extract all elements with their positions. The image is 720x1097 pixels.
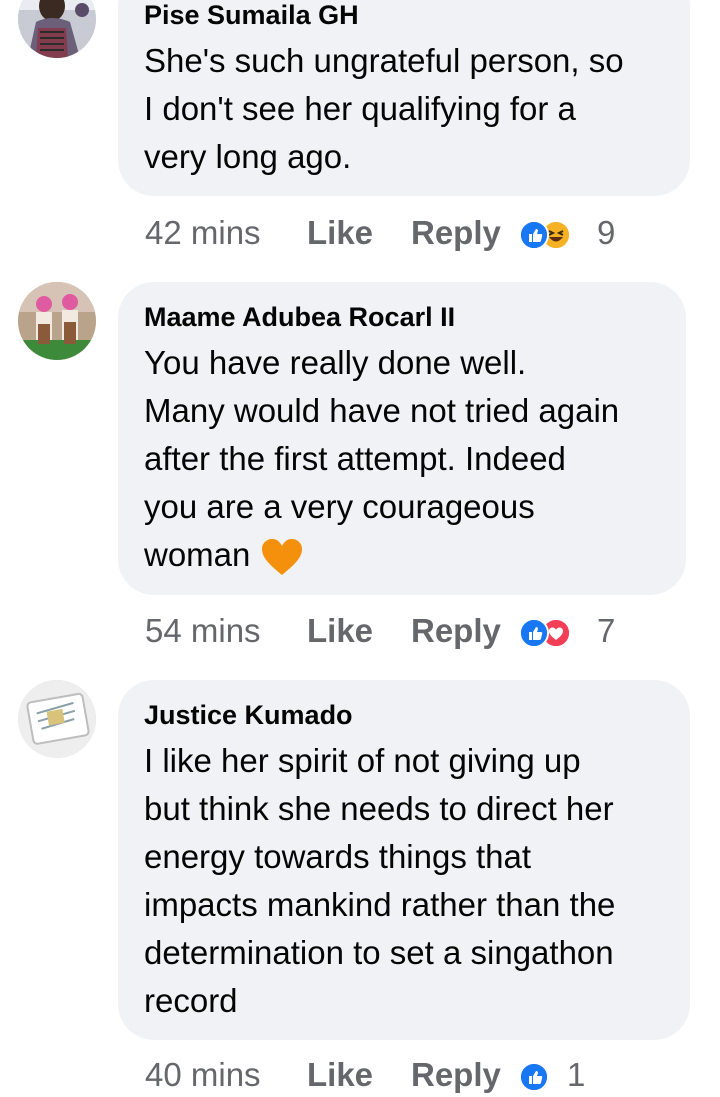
text-line: very long ago. xyxy=(144,138,352,175)
text-line: but think she needs to direct her xyxy=(144,790,614,827)
text-line: I like her spirit of not giving up xyxy=(144,742,581,779)
text-line: She's such ungrateful person, so xyxy=(144,42,624,79)
comment-bubble[interactable]: Maame Adubea Rocarl II You have really d… xyxy=(118,282,686,595)
reply-button[interactable]: Reply xyxy=(411,1056,501,1094)
avatar[interactable] xyxy=(18,680,96,758)
text-line: after the first attempt. Indeed xyxy=(144,440,566,477)
like-icon xyxy=(519,1062,549,1092)
reactions-summary[interactable]: 9 xyxy=(519,214,615,252)
avatar-photo xyxy=(18,282,96,360)
comment-text: She's such ungrateful person, so I don't… xyxy=(144,37,704,181)
comment-time[interactable]: 42 mins xyxy=(145,214,261,252)
reactions-summary[interactable]: 7 xyxy=(519,612,615,650)
avatar-photo xyxy=(18,680,96,758)
comment-author[interactable]: Justice Kumado xyxy=(144,700,353,731)
text-line: impacts mankind rather than the xyxy=(144,886,616,923)
reaction-count: 1 xyxy=(567,1056,586,1093)
text-line: You have really done well. xyxy=(144,344,527,381)
comment-text: I like her spirit of not giving up but t… xyxy=(144,737,704,1025)
like-button[interactable]: Like xyxy=(307,214,373,252)
text-line: you are a very courageous xyxy=(144,488,535,525)
comment-text: You have really done well. Many would ha… xyxy=(144,339,704,579)
reactions-summary[interactable]: 1 xyxy=(519,1056,589,1094)
avatar[interactable] xyxy=(18,0,96,58)
reaction-count: 9 xyxy=(597,214,616,251)
comment-time[interactable]: 40 mins xyxy=(145,1056,261,1094)
reaction-count: 7 xyxy=(597,612,616,649)
like-icon xyxy=(519,220,549,250)
comment-author[interactable]: Maame Adubea Rocarl II xyxy=(144,302,455,333)
orange-heart-icon xyxy=(260,537,304,577)
like-icon xyxy=(519,618,549,648)
text-line: determination to set a singathon xyxy=(144,934,614,971)
reply-button[interactable]: Reply xyxy=(411,214,501,252)
text-line-content: woman xyxy=(144,536,251,573)
avatar-photo xyxy=(18,0,96,58)
comment: Maame Adubea Rocarl II You have really d… xyxy=(0,282,720,662)
text-line: I don't see her qualifying for a xyxy=(144,90,576,127)
reply-button[interactable]: Reply xyxy=(411,612,501,650)
like-button[interactable]: Like xyxy=(307,1056,373,1094)
text-line: energy towards things that xyxy=(144,838,532,875)
text-line: woman xyxy=(144,531,704,579)
text-line: Many would have not tried again xyxy=(144,392,620,429)
comment-bubble[interactable]: Justice Kumado I like her spirit of not … xyxy=(118,680,690,1040)
like-button[interactable]: Like xyxy=(307,612,373,650)
text-line: record xyxy=(144,982,238,1019)
avatar[interactable] xyxy=(18,282,96,360)
comment: Pise Sumaila GH She's such ungrateful pe… xyxy=(0,0,720,260)
comment: Justice Kumado I like her spirit of not … xyxy=(0,680,720,1097)
comment-bubble[interactable]: Pise Sumaila GH She's such ungrateful pe… xyxy=(118,0,690,196)
comment-author[interactable]: Pise Sumaila GH xyxy=(144,0,359,31)
comment-time[interactable]: 54 mins xyxy=(145,612,261,650)
